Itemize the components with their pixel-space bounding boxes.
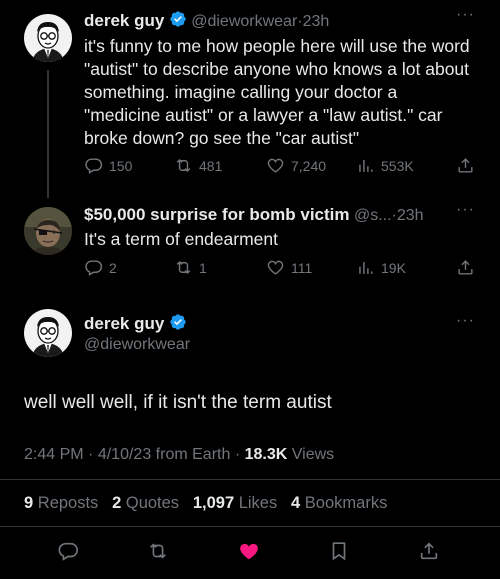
tweet1-text-line: "autist" to describe anyone who knows a …: [84, 59, 470, 79]
engagement-stats: 9 Reposts 2 Quotes 1,097 Likes 4 Bookmar…: [24, 494, 387, 513]
tweet2-author-name[interactable]: $50,000 surprise for bomb victim: [84, 205, 350, 224]
avatar-derek-guy[interactable]: [24, 14, 72, 62]
more-icon[interactable]: ···: [456, 201, 475, 219]
tweet1-text-line: it's funny to me how people here will us…: [84, 36, 470, 56]
divider: [0, 526, 500, 527]
views-icon: [359, 261, 373, 274]
quotes-stat-count: 2: [112, 494, 122, 512]
share-icon: [420, 542, 438, 560]
tweet-date[interactable]: 4/10/23: [98, 446, 151, 463]
reply-icon: [85, 260, 103, 276]
avatar-derek-guy[interactable]: [24, 309, 72, 357]
divider: [0, 479, 500, 480]
main-tweet-author: derek guy: [84, 313, 187, 336]
share-button[interactable]: [456, 258, 475, 277]
reply-count: 150: [109, 157, 133, 174]
bookmarks-stat-label: Bookmarks: [304, 494, 388, 512]
repost-icon: [176, 260, 191, 275]
reply-icon: [58, 542, 78, 561]
repost-button[interactable]: 1: [174, 258, 207, 277]
quotes-stat[interactable]: 2 Quotes: [112, 494, 179, 512]
reply-button[interactable]: 2: [84, 258, 117, 277]
reply-button[interactable]: [57, 540, 79, 562]
more-icon[interactable]: ···: [456, 312, 475, 330]
tweet1-header: derek guy @dieworkwear·23h: [84, 10, 464, 33]
tweet2-timestamp[interactable]: 23h: [397, 207, 424, 224]
share-button[interactable]: [456, 156, 475, 175]
repost-button[interactable]: [147, 540, 169, 562]
tweet-source: from Earth: [155, 446, 231, 463]
views-button[interactable]: 19K: [356, 258, 406, 277]
repost-icon: [176, 158, 191, 173]
main-author-name[interactable]: derek guy: [84, 314, 164, 333]
tweet1-actions: 150 481 7,240 553K: [84, 156, 484, 178]
tweet2-text: It's a term of endearment: [84, 229, 278, 249]
likes-stat-count: 1,097: [192, 494, 235, 512]
repost-button[interactable]: 481: [174, 156, 222, 175]
reply-icon: [85, 158, 103, 174]
tweet1-text: it's funny to me how people here will us…: [84, 35, 494, 150]
like-button[interactable]: [238, 540, 260, 562]
bookmarks-stat-count: 4: [291, 494, 301, 512]
main-author-handle[interactable]: @dieworkwear: [84, 336, 190, 354]
main-tweet-meta: 2:44 PM · 4/10/23 from Earth · 18.3K Vie…: [24, 446, 334, 464]
views-count: 553K: [381, 157, 414, 174]
separator-dot: ·: [234, 446, 241, 463]
tweet1-author-name[interactable]: derek guy: [84, 11, 164, 30]
quotes-stat-label: Quotes: [125, 494, 180, 512]
share-button[interactable]: [418, 540, 440, 562]
bookmark-icon: [332, 542, 346, 561]
bookmarks-stat[interactable]: 4 Bookmarks: [291, 494, 387, 512]
repost-icon: [150, 543, 166, 559]
repost-count: 481: [199, 157, 223, 174]
tweet1-text-line: "medicine autist" or a lawyer a "law aut…: [84, 105, 443, 125]
tweet2-actions: 2 1 111 19K: [84, 258, 484, 280]
main-views-label: Views: [291, 446, 335, 463]
repost-count: 1: [199, 259, 207, 276]
reply-button[interactable]: 150: [84, 156, 132, 175]
like-count: 7,240: [291, 157, 327, 174]
more-icon[interactable]: ···: [456, 6, 475, 24]
like-icon: [240, 543, 258, 560]
bookmark-button[interactable]: [328, 540, 350, 562]
avatar-reply-user[interactable]: [24, 207, 72, 255]
main-views-count: 18.3K: [244, 446, 288, 463]
like-button[interactable]: 7,240: [266, 156, 326, 175]
tweet1-text-line: broke down? go see the "car autist": [84, 128, 360, 148]
views-icon: [359, 159, 373, 172]
reply-count: 2: [109, 259, 117, 276]
share-icon: [458, 158, 473, 173]
likes-stat[interactable]: 1,097 Likes: [193, 494, 277, 512]
tweet2-handle[interactable]: @s...: [354, 207, 392, 224]
views-button[interactable]: 553K: [356, 156, 414, 175]
tweet-time[interactable]: 2:44 PM: [24, 446, 84, 463]
separator-dot: ·: [88, 446, 94, 463]
main-tweet-text: well well well, if it isn't the term aut…: [24, 392, 332, 413]
thread-connector-line: [47, 70, 49, 198]
verified-badge-icon: [169, 313, 187, 336]
verified-badge-icon: [169, 10, 187, 33]
share-icon: [458, 260, 473, 275]
tweet1-timestamp[interactable]: 23h: [303, 13, 330, 30]
like-icon: [267, 260, 284, 275]
likes-stat-label: Likes: [238, 494, 278, 512]
tweet2-header: $50,000 surprise for bomb victim @s...·2…: [84, 205, 444, 225]
reposts-stat-count: 9: [24, 494, 34, 512]
like-icon: [267, 158, 284, 173]
like-button[interactable]: 111: [266, 258, 312, 277]
reposts-stat-label: Reposts: [37, 494, 99, 512]
tweet1-handle[interactable]: @dieworkwear: [191, 13, 297, 30]
views-count: 19K: [381, 259, 406, 276]
reposts-stat[interactable]: 9 Reposts: [24, 494, 98, 512]
tweet1-text-line: something. imagine calling your doctor a: [84, 82, 398, 102]
like-count: 111: [291, 259, 313, 276]
